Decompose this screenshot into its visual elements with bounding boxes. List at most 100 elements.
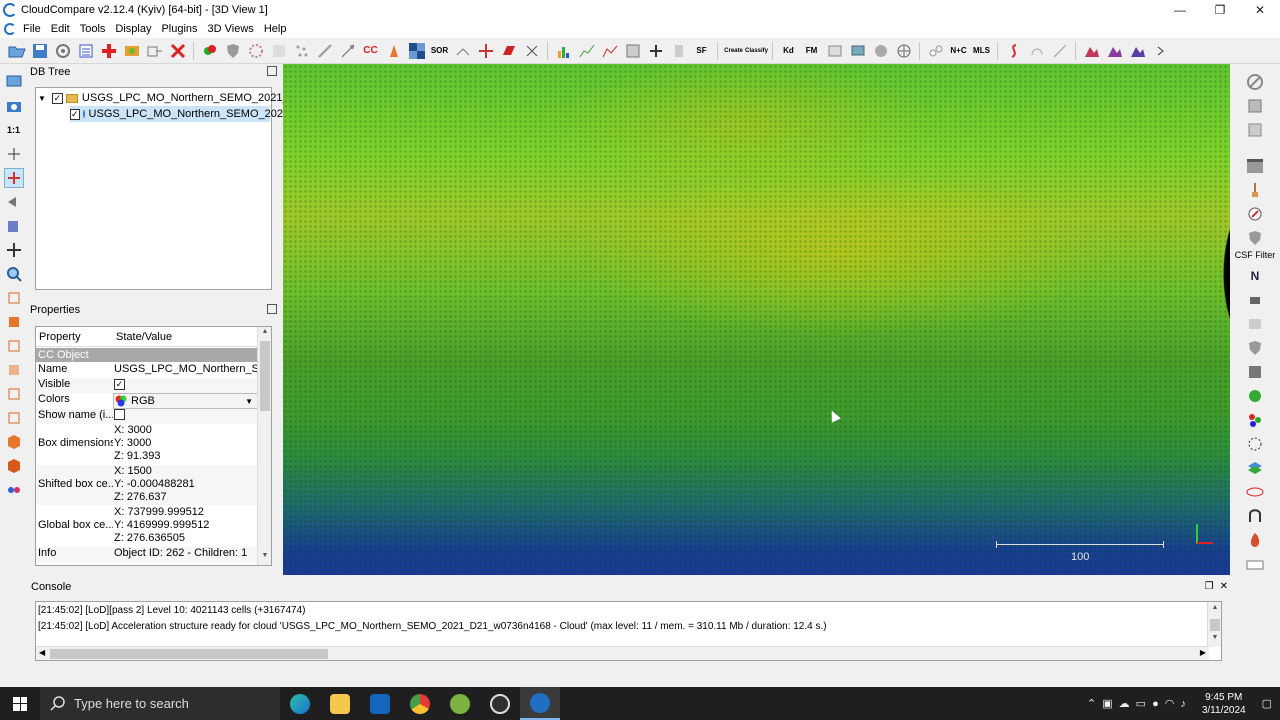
noise-filter-icon[interactable] xyxy=(291,40,312,61)
fill-icon[interactable] xyxy=(383,40,404,61)
display-icon[interactable] xyxy=(4,72,24,92)
float-panel-icon[interactable]: ❐ xyxy=(1205,579,1214,595)
mountain-red-icon[interactable] xyxy=(1081,40,1102,61)
chrome-app[interactable] xyxy=(400,687,440,720)
plus-icon[interactable] xyxy=(645,40,666,61)
sample-points-icon[interactable] xyxy=(199,40,220,61)
matrix-icon[interactable] xyxy=(1245,120,1265,140)
layers-icon[interactable] xyxy=(1245,458,1265,478)
scrollbar-thumb[interactable] xyxy=(1210,619,1220,631)
delete-icon[interactable] xyxy=(167,40,188,61)
close-panel-icon[interactable]: ✕ xyxy=(1220,579,1228,595)
taskbar-search[interactable]: Type here to search xyxy=(40,687,280,720)
wifi-icon[interactable]: ◠ xyxy=(1165,697,1175,710)
disabled-icon[interactable] xyxy=(1245,72,1265,92)
notifications-icon[interactable]: ▢ xyxy=(1262,697,1272,710)
meet-now-icon[interactable]: ▣ xyxy=(1102,697,1112,710)
mountain-purple-icon[interactable] xyxy=(1104,40,1125,61)
scroll-left-icon[interactable]: ◀ xyxy=(39,648,45,657)
facet-button[interactable]: FM xyxy=(801,40,822,61)
compass-icon[interactable] xyxy=(1245,204,1265,224)
expand-arrow-icon[interactable]: ▼ xyxy=(38,94,46,103)
save-icon[interactable] xyxy=(29,40,50,61)
box-view-icon[interactable] xyxy=(4,216,24,236)
open-icon[interactable] xyxy=(6,40,27,61)
shield-icon[interactable] xyxy=(1245,338,1265,358)
brush-icon[interactable] xyxy=(1245,180,1265,200)
scroll-up-icon[interactable]: ▲ xyxy=(1208,604,1221,616)
view-front-icon[interactable] xyxy=(4,432,24,452)
start-button[interactable] xyxy=(0,687,40,720)
kd-tree-button[interactable]: Kd xyxy=(778,40,799,61)
scrollbar-thumb[interactable] xyxy=(260,341,270,411)
battery-icon[interactable]: ▭ xyxy=(1136,697,1146,710)
3d-view[interactable]: 100 xyxy=(283,64,1230,575)
calc-icon[interactable] xyxy=(622,40,643,61)
cc-icon[interactable]: CC xyxy=(360,40,381,61)
mountain-blue-icon[interactable] xyxy=(1127,40,1148,61)
move-icon[interactable] xyxy=(4,240,24,260)
set-pivot-icon[interactable] xyxy=(3,168,24,188)
rgb-points-icon[interactable] xyxy=(1245,410,1265,430)
view-back-icon[interactable] xyxy=(4,456,24,476)
pcv-icon[interactable] xyxy=(1245,362,1265,382)
console-hscrollbar[interactable]: ◀ ▶ xyxy=(36,646,1209,660)
view-right-icon[interactable] xyxy=(4,360,24,380)
scroll-up-icon[interactable]: ▲ xyxy=(258,328,271,340)
console-vscrollbar[interactable]: ▲ ▼ xyxy=(1207,602,1221,647)
list-icon[interactable] xyxy=(75,40,96,61)
hidden-point-icon[interactable] xyxy=(824,40,845,61)
menu-tools[interactable]: Tools xyxy=(75,20,111,38)
subsample-icon[interactable] xyxy=(245,40,266,61)
menu-3d-views[interactable]: 3D Views xyxy=(203,20,259,38)
global-shift-icon[interactable] xyxy=(52,40,73,61)
perspective-icon[interactable] xyxy=(4,192,24,212)
view-iso2-icon[interactable] xyxy=(4,408,24,428)
clock[interactable]: 9:45 PM 3/11/2024 xyxy=(1192,691,1256,717)
file-explorer-app[interactable] xyxy=(320,687,360,720)
minimize-button[interactable]: — xyxy=(1160,0,1200,20)
root-visibility-checkbox[interactable]: ✓ xyxy=(51,92,63,104)
scroll-right-icon[interactable]: ▶ xyxy=(1200,648,1206,657)
close-button[interactable]: ✕ xyxy=(1240,0,1280,20)
pick-icon[interactable] xyxy=(521,40,542,61)
arch-icon[interactable] xyxy=(1245,506,1265,526)
histogram-icon[interactable] xyxy=(553,40,574,61)
ransac-icon[interactable] xyxy=(314,40,335,61)
visible-checkbox[interactable]: ✓ xyxy=(114,379,125,390)
screen-icon[interactable] xyxy=(847,40,868,61)
tree-child-item[interactable]: ✓ USGS_LPC_MO_Northern_SEMO_202... xyxy=(70,106,292,122)
menu-display[interactable]: Display xyxy=(110,20,156,38)
outlook-app[interactable] xyxy=(360,687,400,720)
merge-icon[interactable] xyxy=(121,40,142,61)
menu-edit[interactable]: Edit xyxy=(46,20,75,38)
scroll-down-icon[interactable]: ▼ xyxy=(1208,634,1221,646)
onedrive-icon[interactable]: ☁ xyxy=(1119,697,1130,710)
edge-app[interactable] xyxy=(280,687,320,720)
stereo-icon[interactable] xyxy=(4,480,24,500)
m3c2-icon[interactable] xyxy=(1245,314,1265,334)
qgis-app[interactable] xyxy=(440,687,480,720)
ellipse-icon[interactable] xyxy=(1245,482,1265,502)
view-iso-icon[interactable] xyxy=(4,384,24,404)
snap-icon[interactable] xyxy=(1049,40,1070,61)
csf-filter-icon[interactable] xyxy=(1245,228,1265,248)
app-menu-icon[interactable] xyxy=(4,23,16,35)
properties-scrollbar[interactable]: ▲ ▼ xyxy=(257,327,271,565)
sor-filter-button[interactable]: SOR xyxy=(429,40,450,61)
mesh-icon[interactable] xyxy=(268,40,289,61)
checker-icon[interactable] xyxy=(406,40,427,61)
film-icon[interactable] xyxy=(1245,156,1265,176)
bezier-icon[interactable] xyxy=(1003,40,1024,61)
scrollbar-thumb[interactable] xyxy=(50,649,328,659)
cut-icon[interactable] xyxy=(498,40,519,61)
canupo-create-button[interactable]: Create xyxy=(723,40,744,61)
max-icon[interactable] xyxy=(599,40,620,61)
child-visibility-checkbox[interactable]: ✓ xyxy=(70,108,80,120)
north-icon[interactable]: N xyxy=(1245,266,1265,286)
registration-icon[interactable] xyxy=(925,40,946,61)
sf-button[interactable]: SF xyxy=(691,40,712,61)
normals-icon[interactable] xyxy=(452,40,473,61)
globe-icon[interactable] xyxy=(893,40,914,61)
microphone-icon[interactable]: ● xyxy=(1152,698,1159,710)
